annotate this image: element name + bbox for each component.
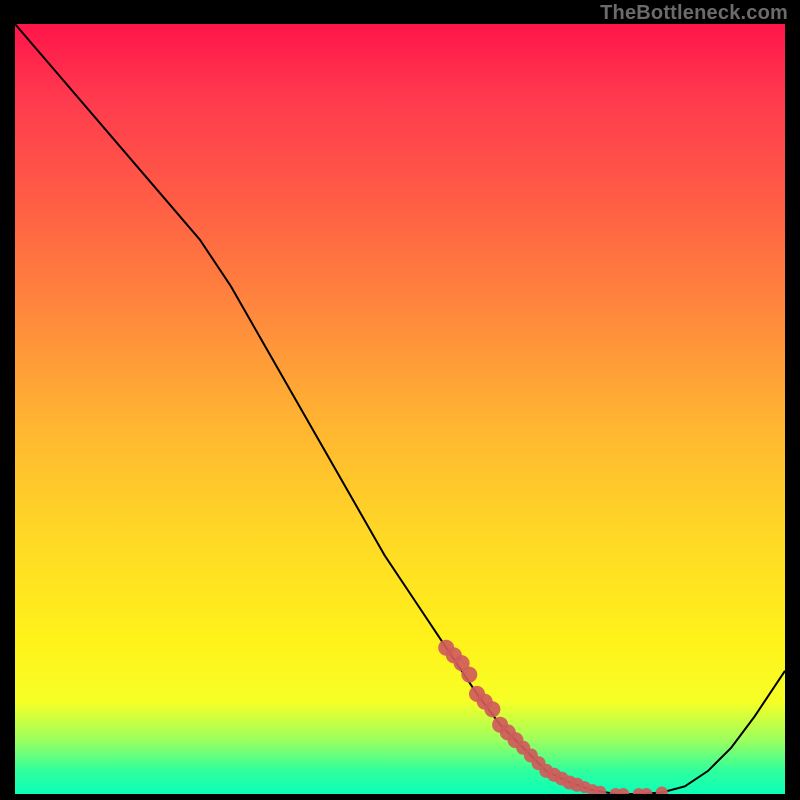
marker-dot	[484, 701, 500, 717]
chart-svg	[15, 24, 785, 794]
plot-area	[15, 24, 785, 794]
marker-dot	[617, 788, 629, 794]
highlight-markers	[438, 640, 668, 794]
marker-dot	[461, 667, 477, 683]
curve-line	[15, 24, 785, 794]
watermark-text: TheBottleneck.com	[600, 2, 788, 25]
marker-dot	[656, 787, 668, 795]
marker-dot	[640, 788, 652, 794]
chart-frame: TheBottleneck.com	[0, 0, 800, 800]
